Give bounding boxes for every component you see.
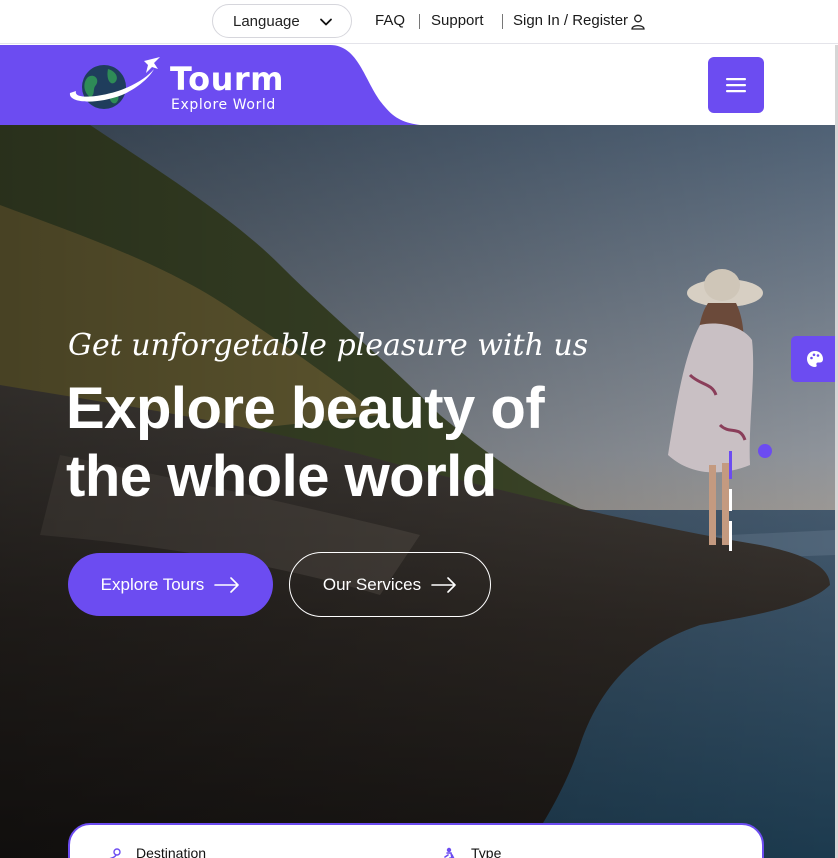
our-services-label: Our Services <box>322 574 422 594</box>
arrow-right-icon <box>431 576 456 593</box>
destination-field-label[interactable]: Destination <box>136 845 206 858</box>
type-field-label[interactable]: Type <box>471 845 501 858</box>
map-pin-icon <box>109 848 121 858</box>
menu-button[interactable] <box>708 57 764 113</box>
user-icon[interactable] <box>631 14 645 30</box>
top-bar: Language FAQ Support Sign In / Register <box>0 0 838 44</box>
explore-tours-button[interactable]: Explore Tours <box>68 553 273 616</box>
hero-banner: Get unforgetable pleasure with us Explor… <box>0 125 835 858</box>
globe-plane-logo[interactable] <box>66 55 162 117</box>
hiker-icon <box>444 847 455 858</box>
brand-tagline: Explore World <box>171 97 276 113</box>
support-link[interactable]: Support <box>431 12 484 29</box>
hero-title-line: the whole world <box>66 444 497 509</box>
tour-search-form: Destination Type <box>68 823 764 858</box>
slider-progress-line[interactable] <box>729 451 732 551</box>
hero-subtitle: Get unforgetable pleasure with us <box>68 328 589 363</box>
sign-in-register-link[interactable]: Sign In / Register <box>513 12 628 29</box>
color-palette-button[interactable] <box>791 336 838 382</box>
our-services-button[interactable]: Our Services <box>289 552 491 617</box>
hamburger-menu-icon <box>726 78 746 93</box>
explore-tours-label: Explore Tours <box>100 574 205 594</box>
divider <box>419 14 420 29</box>
language-label: Language <box>233 12 300 30</box>
chevron-down-icon <box>320 18 332 26</box>
divider <box>502 14 503 29</box>
arrow-right-icon <box>214 576 240 593</box>
hero-title: Explore beauty of the whole world <box>66 375 545 511</box>
slider-dot-active[interactable] <box>758 444 772 458</box>
hero-title-line: Explore beauty of <box>66 376 545 441</box>
brand-name[interactable]: Tourm <box>170 60 284 98</box>
language-dropdown[interactable]: Language <box>212 4 352 38</box>
faq-link[interactable]: FAQ <box>375 12 405 29</box>
palette-icon <box>806 351 823 367</box>
main-header: Tourm Explore World <box>0 45 838 125</box>
